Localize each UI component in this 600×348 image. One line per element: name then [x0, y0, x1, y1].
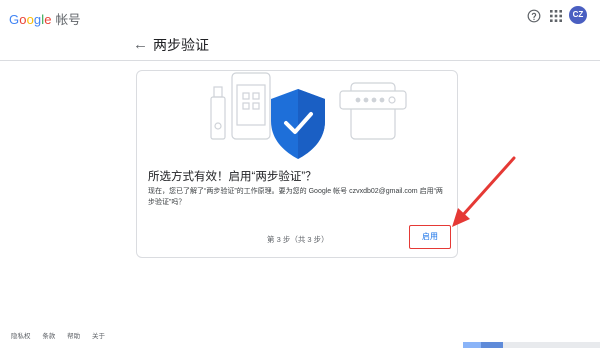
google-account-logo[interactable]: Google 帐号	[9, 9, 81, 28]
account-avatar[interactable]: CZ	[569, 6, 587, 24]
top-bar: Google 帐号 CZ	[0, 0, 600, 36]
phone-outline-icon	[231, 72, 271, 140]
footer-link-help[interactable]: 帮助	[67, 333, 80, 340]
security-key-icon	[210, 86, 226, 140]
footer-links: 隐私权 条款 帮助 关于	[11, 330, 115, 340]
footer-link-privacy[interactable]: 隐私权	[11, 333, 31, 340]
page-header: ← 两步验证	[0, 36, 600, 61]
page-title: 两步验证	[153, 37, 209, 53]
confirmation-card: 所选方式有效！启用“两步验证”？ 现在，您已了解了“两步验证”的工作原理。要为您…	[136, 70, 458, 258]
shield-check-icon	[271, 89, 325, 159]
apps-grid-icon[interactable]	[550, 10, 562, 22]
card-title: 所选方式有效！启用“两步验证”？	[148, 171, 317, 183]
footer-link-about[interactable]: 关于	[92, 333, 105, 340]
tablet-outline-icon	[339, 82, 407, 140]
google-logo: Google	[9, 12, 52, 27]
help-icon[interactable]	[527, 9, 541, 23]
product-name: 帐号	[55, 13, 81, 27]
progress-strip	[463, 342, 600, 348]
step-indicator: 第 3 步（共 3 步）	[267, 235, 329, 244]
card-description: 现在，您已了解了“两步验证”的工作原理。要为您的 Google 帐号 czvxd…	[148, 188, 443, 206]
two-step-illustration	[210, 72, 407, 159]
back-arrow-icon[interactable]: ←	[133, 36, 148, 54]
annotation-arrow-icon	[452, 156, 516, 227]
footer-link-terms[interactable]: 条款	[42, 333, 55, 340]
